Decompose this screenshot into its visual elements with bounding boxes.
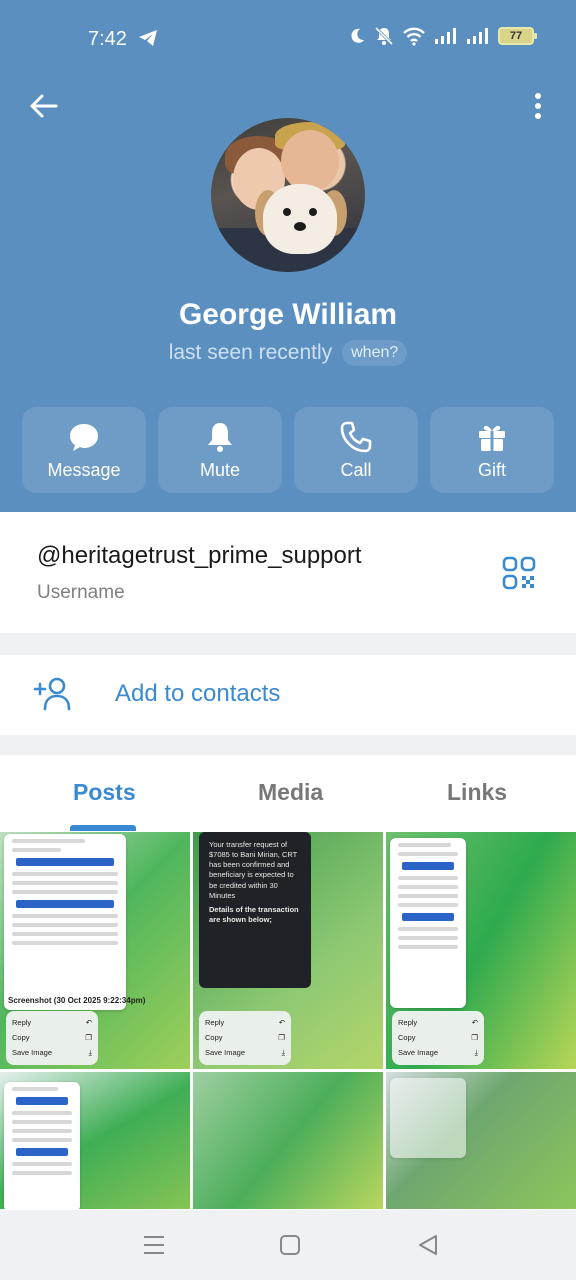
post-thumbnail[interactable]: Your transfer request of $7085 to Bani M… [193,832,383,1069]
battery-level: 77 [509,30,523,42]
avatar[interactable] [211,118,365,272]
call-button[interactable]: Call [294,407,418,493]
signal-icon [435,28,456,44]
tab-posts[interactable]: Posts [73,779,136,806]
call-label: Call [340,459,372,480]
home-icon[interactable] [276,1232,304,1258]
battery-icon: 77 [498,27,537,45]
signal-icon-2 [467,28,488,44]
back-triangle-icon[interactable] [414,1232,442,1258]
system-nav-bar [0,1210,576,1280]
context-menu: Reply ↶ Copy ❐ Save Image ⤓ [199,1011,291,1065]
post-thumbnail[interactable]: Reply ↶ Copy ❐ Save Image ⤓ [386,832,576,1069]
tab-links[interactable]: Links [447,779,507,806]
bell-icon [208,422,232,452]
ctx-save: Save Image [398,1048,439,1057]
message-bubble-icon [70,423,98,451]
post-thumbnail[interactable] [193,1072,383,1209]
phone-icon [340,421,372,452]
ctx-reply: Reply [398,1018,418,1027]
back-arrow-icon[interactable] [28,90,60,122]
last-seen-row: last seen recently when? [0,340,576,366]
status-icons: 77 [348,26,537,46]
moon-icon [351,28,364,43]
ctx-save: Save Image [205,1048,246,1057]
bell-off-icon [374,26,394,46]
mute-button[interactable]: Mute [158,407,282,493]
menu-icon[interactable] [140,1232,168,1258]
post-thumbnail[interactable] [386,1072,576,1209]
context-menu: Reply ↶ Copy ❐ Save Image ⤓ [392,1011,484,1065]
post-caption: Screenshot (30 Oct 2025 9:22:34pm) [8,996,146,1005]
profile-name: George William [178,298,398,331]
gift-icon [479,425,505,451]
ctx-save: Save Image [12,1048,53,1057]
post-thumbnail[interactable]: Screenshot (30 Oct 2025 9:22:34pm) Reply… [0,832,190,1069]
last-seen-text: last seen recently [168,341,333,364]
post-thumbnail[interactable] [0,1072,190,1209]
status-bar: 7:42 77 [0,0,576,78]
when-button[interactable]: when? [342,340,408,366]
dark-details-title: Details of the transaction are shown bel… [209,904,299,924]
ctx-copy: Copy [398,1033,416,1042]
ctx-copy: Copy [12,1033,30,1042]
username-value[interactable]: @heritagetrust_prime_support [37,542,362,570]
dark-message-text: Your transfer request of $7085 to Bani M… [209,840,298,900]
media-tabs: Posts Media Links [0,755,576,832]
ctx-copy: Copy [205,1033,223,1042]
ctx-reply: Reply [12,1018,32,1027]
username-label: Username [37,582,125,603]
tab-media[interactable]: Media [258,779,323,806]
action-buttons: Message Mute Call Gift [22,407,554,493]
more-menu-icon[interactable] [526,90,550,122]
add-to-contacts-button[interactable]: Add to contacts [0,655,576,735]
ctx-reply: Reply [205,1018,225,1027]
message-label: Message [47,459,121,480]
mute-label: Mute [199,459,241,480]
message-button[interactable]: Message [22,407,146,493]
username-section[interactable]: @heritagetrust_prime_support Username [0,512,576,633]
active-tab-indicator [70,825,136,831]
gift-button[interactable]: Gift [430,407,554,493]
profile-header: 7:42 77 George William last seen recentl… [0,0,576,512]
gift-label: Gift [477,459,506,480]
posts-grid: Screenshot (30 Oct 2025 9:22:34pm) Reply… [0,832,576,1210]
context-menu: Reply ↶ Copy ❐ Save Image ⤓ [6,1011,98,1065]
wifi-icon [403,27,425,46]
qr-code-icon[interactable] [502,556,536,590]
add-user-icon [33,677,71,711]
add-to-contacts-label: Add to contacts [115,680,281,707]
telegram-status-icon [139,30,157,46]
status-time: 7:42 [88,28,127,50]
